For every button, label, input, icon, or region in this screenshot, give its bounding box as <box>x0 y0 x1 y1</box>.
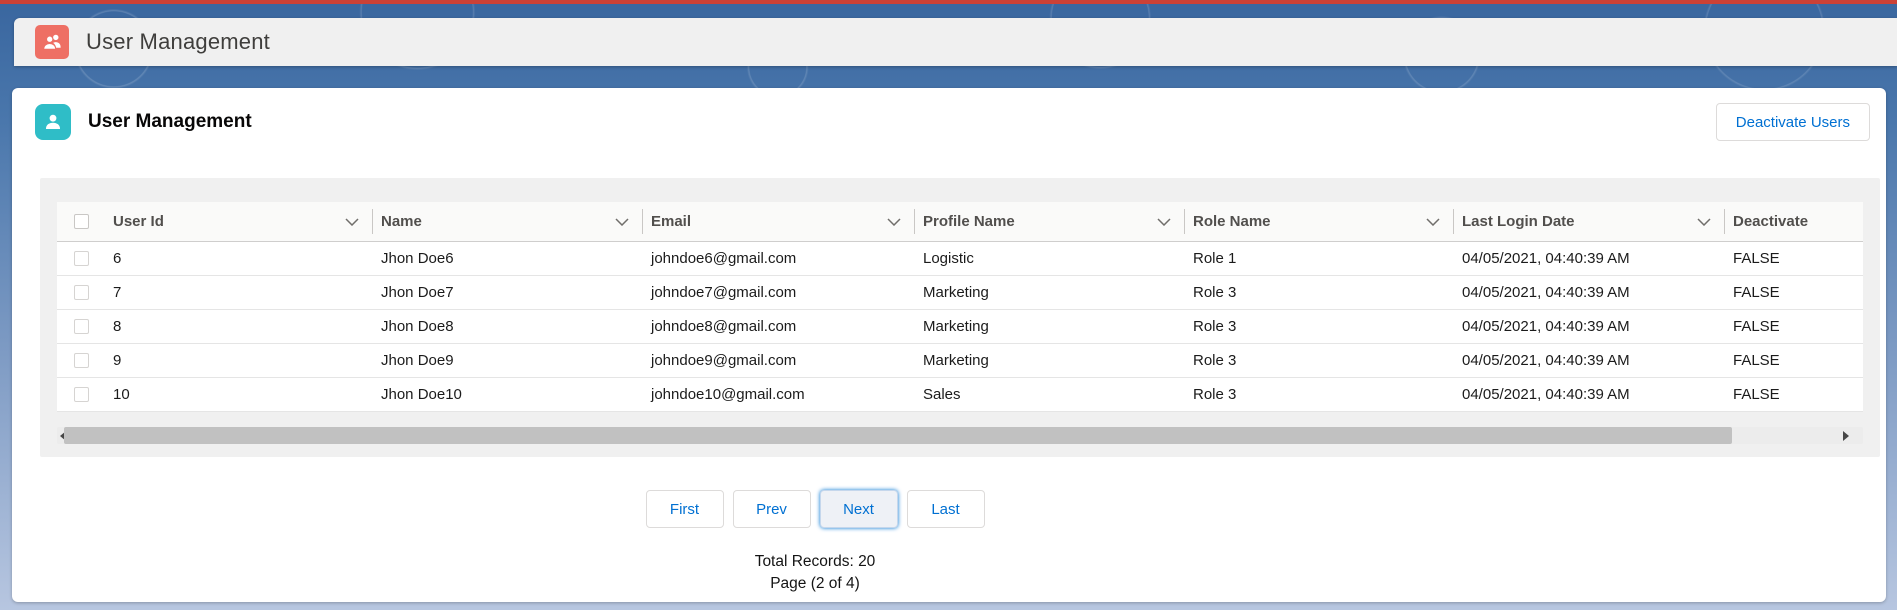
row-checkbox[interactable] <box>73 387 89 402</box>
app-header: User Management <box>14 18 1897 66</box>
top-accent-bar <box>0 0 1897 4</box>
column-label: Role Name <box>1193 213 1271 230</box>
cell-name: Jhon Doe10 <box>373 377 643 412</box>
column-header-last_login_date[interactable]: Last Login Date <box>1454 202 1725 242</box>
pagination: First Prev Next Last <box>645 490 985 528</box>
chevron-down-icon <box>887 217 901 226</box>
cell-name: Jhon Doe9 <box>373 343 643 378</box>
select-all-checkbox[interactable] <box>73 214 89 229</box>
user-icon <box>35 104 71 140</box>
card-header: User Management Deactivate Users <box>12 88 1886 141</box>
row-select-cell <box>57 343 105 378</box>
cell-role_name: Role 3 <box>1185 377 1454 412</box>
select-all-header-cell <box>57 202 105 242</box>
table-row: 10 Jhon Doe10 johndoe10@gmail.com Sales Role… <box>57 377 1863 412</box>
cell-last_login_date: 04/05/2021, 04:40:39 AM <box>1454 275 1725 310</box>
cell-name: Jhon Doe6 <box>373 241 643 276</box>
chevron-down-icon <box>1426 217 1440 226</box>
column-label: Email <box>651 213 692 230</box>
cell-email: johndoe6@gmail.com <box>643 241 915 276</box>
page-info-text: Page (2 of 4) <box>770 575 860 592</box>
cell-email: johndoe7@gmail.com <box>643 275 915 310</box>
chevron-down-icon <box>1157 217 1171 226</box>
total-records-text: Total Records: 20 <box>754 553 876 570</box>
cell-profile_name: Marketing <box>915 343 1185 378</box>
cell-deactivate: FALSE <box>1725 275 1863 310</box>
users-icon <box>35 25 69 59</box>
cell-profile_name: Sales <box>915 377 1185 412</box>
column-label: Last Login Date <box>1462 213 1575 230</box>
scroll-right-arrow-icon[interactable] <box>1843 430 1849 441</box>
scrollbar-thumb[interactable] <box>64 427 1732 444</box>
column-header-role_name[interactable]: Role Name <box>1185 202 1454 242</box>
cell-deactivate: FALSE <box>1725 343 1863 378</box>
cell-profile_name: Marketing <box>915 309 1185 344</box>
row-select-cell <box>57 275 105 310</box>
card-title: User Management <box>88 111 252 132</box>
column-label: Name <box>381 213 422 230</box>
column-header-name[interactable]: Name <box>373 202 643 242</box>
prev-page-button[interactable]: Prev <box>732 490 811 528</box>
row-checkbox[interactable] <box>73 319 89 334</box>
cell-role_name: Role 3 <box>1185 275 1454 310</box>
cell-profile_name: Logistic <box>915 241 1185 276</box>
cell-user_id: 7 <box>105 275 373 310</box>
app-title: User Management <box>86 29 270 54</box>
column-label: User Id <box>113 213 164 230</box>
cell-role_name: Role 1 <box>1185 241 1454 276</box>
cell-name: Jhon Doe8 <box>373 309 643 344</box>
table-row: 9 Jhon Doe9 johndoe9@gmail.com Marketing Rol… <box>57 343 1863 378</box>
cell-role_name: Role 3 <box>1185 343 1454 378</box>
cell-deactivate: FALSE <box>1725 241 1863 276</box>
column-header-user_id[interactable]: User Id <box>105 202 373 242</box>
row-select-cell <box>57 309 105 344</box>
horizontal-scrollbar[interactable] <box>57 427 1863 444</box>
cell-last_login_date: 04/05/2021, 04:40:39 AM <box>1454 377 1725 412</box>
user-table-container: User Id Name Email Profile Name Role Name Las… <box>40 178 1880 457</box>
cell-email: johndoe8@gmail.com <box>643 309 915 344</box>
chevron-down-icon <box>615 217 629 226</box>
user-management-card: User Management Deactivate Users User Id… <box>12 88 1886 602</box>
page: User Management User Management Deactiva… <box>0 0 1897 610</box>
pagination-footer: First Prev Next Last Total Records: 20 P… <box>12 490 1618 593</box>
next-page-button[interactable]: Next <box>819 490 898 528</box>
user-table: User Id Name Email Profile Name Role Name Las… <box>57 202 1863 412</box>
table-row: 7 Jhon Doe7 johndoe7@gmail.com Marketing Rol… <box>57 275 1863 310</box>
cell-user_id: 10 <box>105 377 373 412</box>
row-checkbox[interactable] <box>73 353 89 368</box>
deactivate-users-button[interactable]: Deactivate Users <box>1715 103 1870 141</box>
last-page-button[interactable]: Last <box>906 490 985 528</box>
table-row: 6 Jhon Doe6 johndoe6@gmail.com Logistic Role… <box>57 241 1863 276</box>
column-header-deactivate: Deactivate <box>1725 202 1863 242</box>
row-checkbox[interactable] <box>73 251 89 266</box>
cell-last_login_date: 04/05/2021, 04:40:39 AM <box>1454 241 1725 276</box>
cell-user_id: 8 <box>105 309 373 344</box>
cell-last_login_date: 04/05/2021, 04:40:39 AM <box>1454 309 1725 344</box>
first-page-button[interactable]: First <box>645 490 724 528</box>
chevron-down-icon <box>345 217 359 226</box>
cell-role_name: Role 3 <box>1185 309 1454 344</box>
cell-deactivate: FALSE <box>1725 377 1863 412</box>
cell-user_id: 9 <box>105 343 373 378</box>
cell-email: johndoe10@gmail.com <box>643 377 915 412</box>
cell-last_login_date: 04/05/2021, 04:40:39 AM <box>1454 343 1725 378</box>
table-header-row: User Id Name Email Profile Name Role Name Las… <box>57 202 1863 242</box>
cell-user_id: 6 <box>105 241 373 276</box>
cell-deactivate: FALSE <box>1725 309 1863 344</box>
row-select-cell <box>57 241 105 276</box>
cell-name: Jhon Doe7 <box>373 275 643 310</box>
column-label: Profile Name <box>923 213 1015 230</box>
chevron-down-icon <box>1697 217 1711 226</box>
column-header-email[interactable]: Email <box>643 202 915 242</box>
row-select-cell <box>57 377 105 412</box>
table-row: 8 Jhon Doe8 johndoe8@gmail.com Marketing Rol… <box>57 309 1863 344</box>
cell-profile_name: Marketing <box>915 275 1185 310</box>
row-checkbox[interactable] <box>73 285 89 300</box>
column-header-profile_name[interactable]: Profile Name <box>915 202 1185 242</box>
column-label: Deactivate <box>1733 213 1809 230</box>
cell-email: johndoe9@gmail.com <box>643 343 915 378</box>
